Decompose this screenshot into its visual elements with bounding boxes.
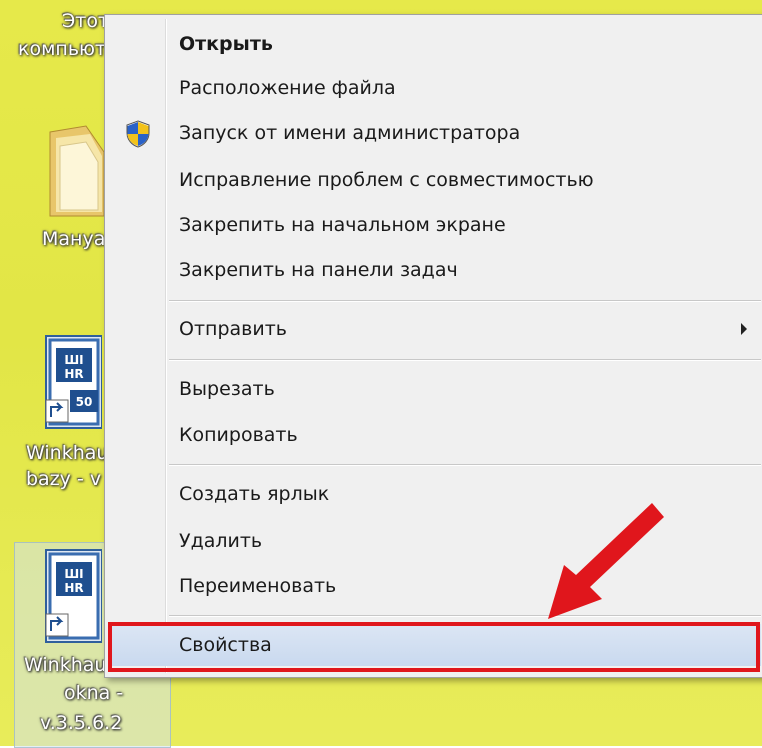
menu-item-pin-to-start[interactable]: Закрепить на начальном экране	[109, 204, 761, 246]
app-shortcut-icon[interactable]: ШI HR 50	[40, 334, 102, 434]
svg-text:HR: HR	[64, 581, 83, 595]
menu-item-open[interactable]: Открыть	[109, 23, 761, 65]
highlight-frame-properties	[108, 622, 760, 672]
menu-item-troubleshoot-compatibility[interactable]: Исправление проблем с совместимостью	[109, 159, 761, 201]
uac-shield-icon	[126, 120, 150, 148]
menu-item-label: Создать ярлык	[179, 483, 330, 505]
menu-item-cut[interactable]: Вырезать	[109, 368, 761, 410]
desktop-label-winkhaus-okna-2: okna -	[64, 682, 124, 704]
menu-item-label: Исправление проблем с совместимостью	[179, 169, 594, 191]
svg-text:HR: HR	[64, 367, 83, 381]
red-arrow-icon	[548, 503, 664, 619]
menu-item-file-location[interactable]: Расположение файла	[109, 67, 761, 109]
menu-item-label: Вырезать	[179, 378, 275, 400]
svg-text:ШI: ШI	[64, 353, 83, 367]
menu-item-label: Переименовать	[179, 575, 337, 597]
app-shortcut-icon[interactable]: ШI HR	[40, 548, 102, 648]
folder-icon[interactable]	[46, 112, 108, 222]
menu-separator	[169, 300, 761, 302]
svg-text:ШI: ШI	[64, 567, 83, 581]
desktop-label-this-pc-1: Этот	[62, 10, 110, 32]
desktop-label-winkhaus-okna-3: v.3.5.6.2	[40, 712, 123, 734]
menu-item-label: Закрепить на панели задач	[179, 259, 458, 281]
menu-separator	[169, 359, 761, 361]
chevron-right-icon	[741, 323, 747, 335]
menu-item-send-to[interactable]: Отправить	[109, 308, 761, 350]
menu-item-label: Закрепить на начальном экране	[179, 214, 506, 236]
svg-text:50: 50	[76, 395, 93, 409]
menu-item-label: Удалить	[179, 530, 263, 552]
menu-item-copy[interactable]: Копировать	[109, 414, 761, 456]
desktop-label-winkhaus-okna-1: Winkhaus	[24, 654, 117, 676]
menu-item-label: Запуск от имени администратора	[179, 122, 521, 144]
menu-item-label: Открыть	[179, 33, 273, 55]
menu-item-label: Расположение файла	[179, 77, 396, 99]
menu-item-pin-to-taskbar[interactable]: Закрепить на панели задач	[109, 249, 761, 291]
menu-separator	[169, 615, 761, 617]
menu-item-label: Отправить	[179, 318, 287, 340]
menu-item-label: Копировать	[179, 424, 298, 446]
menu-separator	[169, 464, 761, 466]
desktop-label-winkhaus-bazy-2: bazy - v	[26, 468, 102, 490]
menu-item-run-as-admin[interactable]: Запуск от имени администратора	[109, 112, 761, 154]
